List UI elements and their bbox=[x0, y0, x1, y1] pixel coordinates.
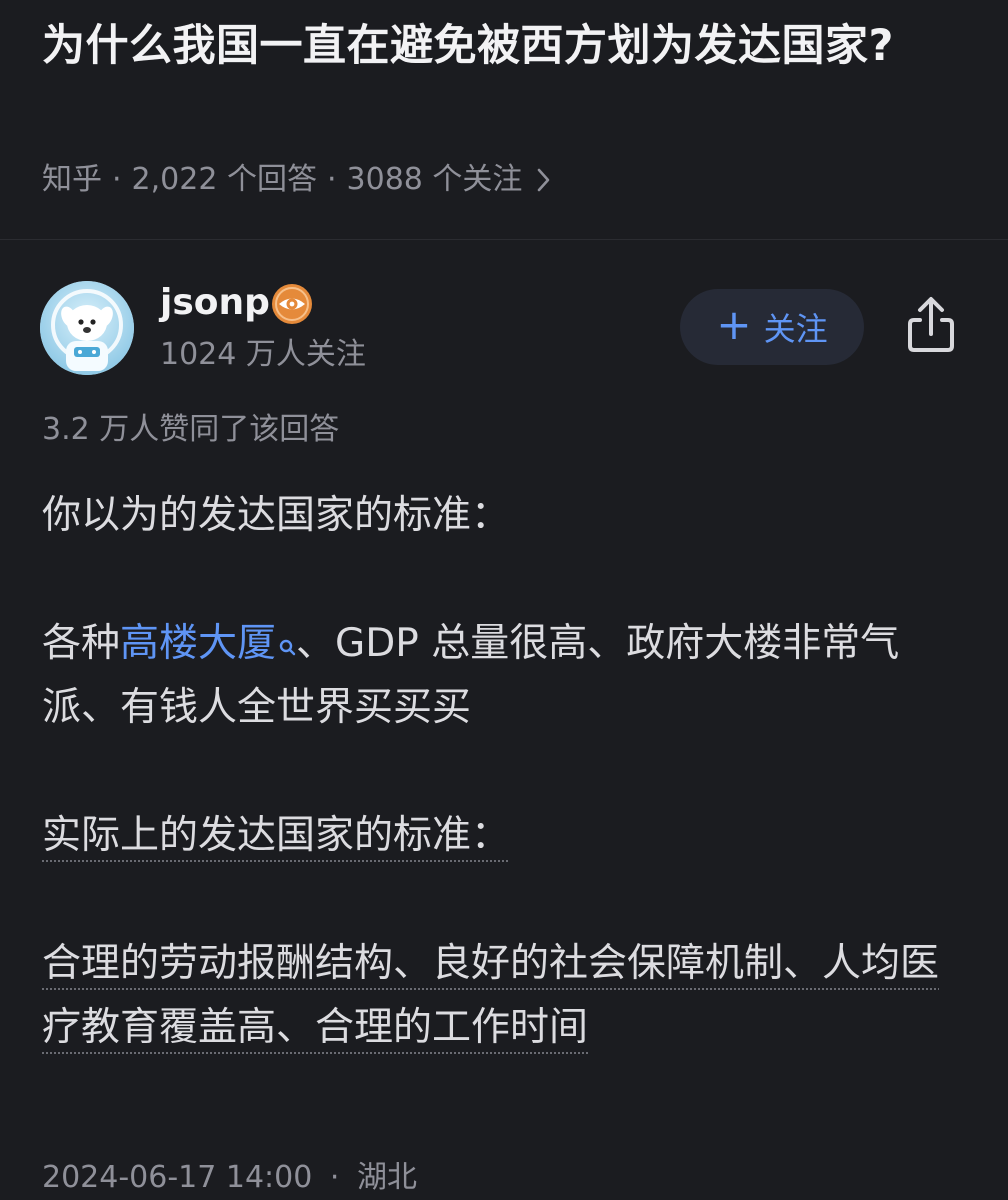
author-name[interactable]: jsonp bbox=[160, 280, 270, 326]
meta-separator: · bbox=[112, 162, 122, 197]
share-icon[interactable] bbox=[900, 294, 962, 356]
chevron-right-icon bbox=[536, 167, 552, 193]
author-follower-count: 1024 万人关注 bbox=[160, 337, 366, 372]
meta-answer-count: 2,022 个回答 bbox=[131, 162, 317, 197]
answer-body: 你以为的发达国家的标准： 各种高楼大厦 、GDP 总量很高、政府大楼非常气派、有钱… bbox=[42, 484, 972, 1060]
eye-badge-icon[interactable] bbox=[271, 283, 313, 325]
divider bbox=[0, 239, 1008, 240]
meta-source: 知乎 bbox=[42, 162, 102, 197]
answer-paragraph: 各种高楼大厦 、GDP 总量很高、政府大楼非常气派、有钱人全世界买买买 bbox=[42, 612, 972, 740]
follow-label: 关注 bbox=[763, 310, 828, 348]
meta-follower-count: 3088 个关注 bbox=[346, 162, 523, 197]
answer-timestamp: 2024-06-17 14:00 bbox=[42, 1160, 313, 1195]
plus-icon: + bbox=[716, 300, 752, 349]
avatar[interactable] bbox=[40, 281, 134, 375]
answer-paragraph: 合理的劳动报酬结构、良好的社会保障机制、人均医疗教育覆盖高、合理的工作时间 bbox=[42, 932, 972, 1060]
follow-button[interactable]: + 关注 bbox=[680, 289, 864, 365]
search-link-term[interactable]: 高楼大厦 bbox=[120, 621, 276, 666]
question-title[interactable]: 为什么我国一直在避免被西方划为发达国家? bbox=[42, 14, 962, 78]
answer-paragraph: 你以为的发达国家的标准： bbox=[42, 493, 511, 538]
answer-location: 湖北 bbox=[356, 1160, 417, 1195]
answer-text: 各种 bbox=[42, 621, 121, 666]
highlighted-text[interactable]: 实际上的发达国家的标准： bbox=[42, 813, 510, 858]
answer-paragraph: 实际上的发达国家的标准： bbox=[42, 804, 972, 868]
answer-page: 为什么我国一直在避免被西方划为发达国家? 知乎 · 2,022 个回答 · 30… bbox=[0, 0, 1008, 1200]
question-meta[interactable]: 知乎 · 2,022 个回答 · 3088 个关注 bbox=[42, 158, 552, 202]
vote-count: 3.2 万人赞同了该回答 bbox=[42, 412, 340, 447]
meta-separator: · bbox=[326, 162, 337, 197]
search-icon[interactable] bbox=[278, 616, 296, 656]
highlighted-text[interactable]: 合理的劳动报酬结构、良好的社会保障机制、人均医疗教育覆盖高、合理的工作时间 bbox=[42, 941, 939, 1050]
answer-footer: 2024-06-17 14:00 · 湖北 bbox=[42, 1156, 417, 1200]
footer-separator: · bbox=[329, 1160, 340, 1195]
